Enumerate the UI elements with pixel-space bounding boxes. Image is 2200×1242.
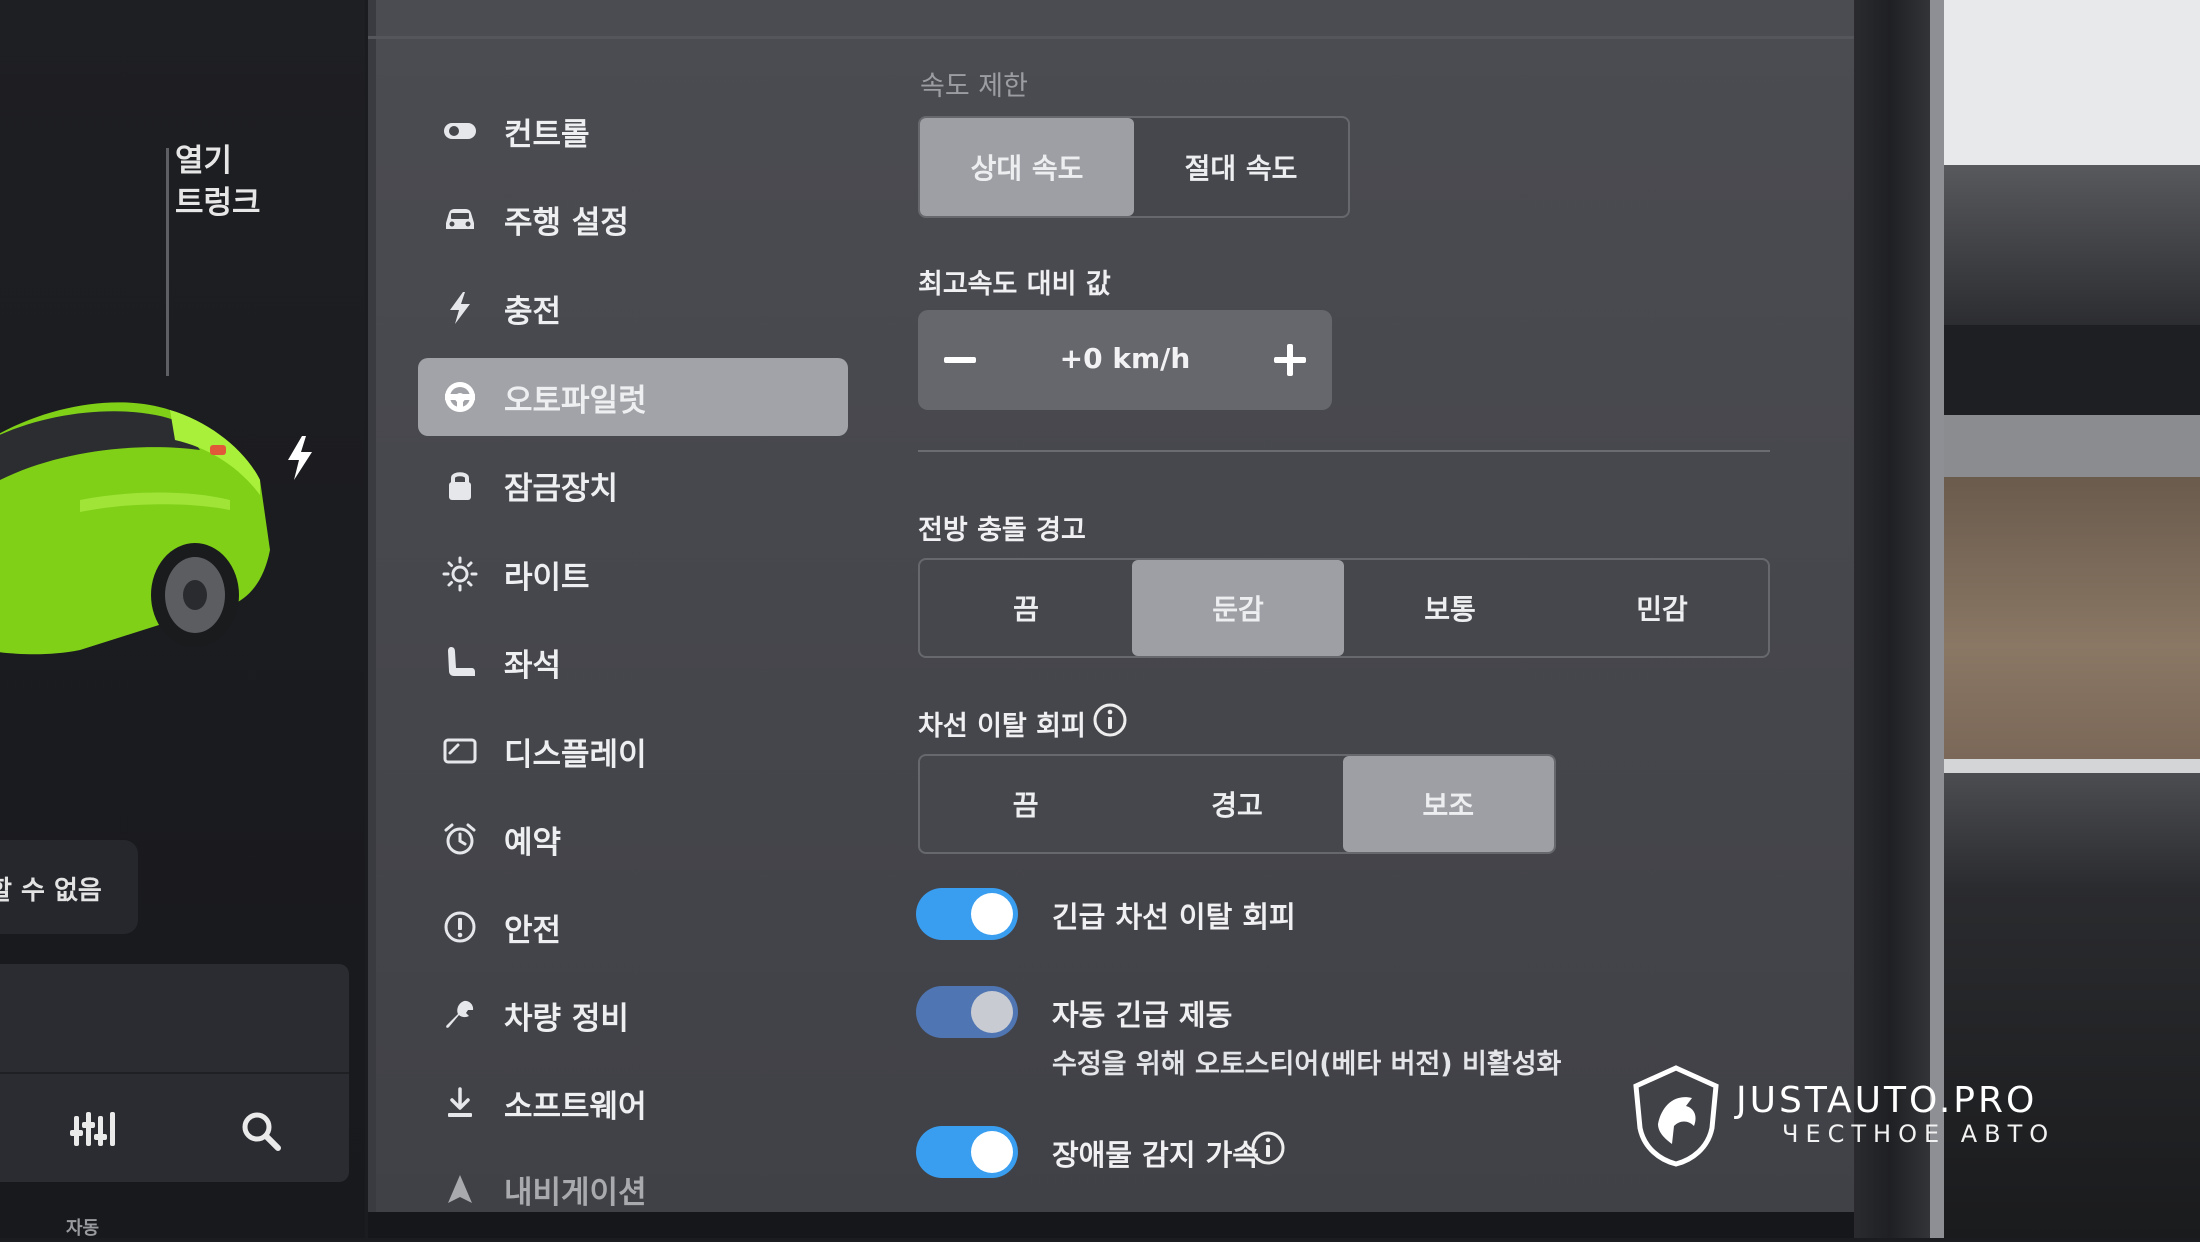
sun-icon	[440, 554, 480, 594]
menu-label: 차량 정비	[504, 1000, 629, 1037]
automatic-emergency-braking-label: 자동 긴급 제동	[1052, 998, 1233, 1032]
menu-label: 잠금장치	[504, 470, 619, 507]
open-trunk-button[interactable]: 열기 트렁크	[175, 140, 261, 224]
menu-label: 예약	[504, 824, 562, 861]
toggle-knob	[971, 991, 1013, 1033]
unavailable-notice: 할 수 없음	[0, 840, 138, 934]
menu-label: 내비게이션	[504, 1174, 647, 1211]
alarm-clock-icon	[440, 819, 480, 859]
dashboard-vent	[1944, 325, 2200, 415]
info-icon[interactable]	[1092, 702, 1128, 738]
obstacle-aware-acceleration-toggle[interactable]	[916, 1126, 1018, 1178]
display-icon	[440, 731, 480, 771]
menu-label: 라이트	[504, 559, 590, 596]
lower-dashboard	[1944, 773, 2200, 1238]
car-icon	[440, 199, 480, 239]
toggle-knob	[971, 893, 1013, 935]
speed-limit-absolute-button[interactable]: 절대 속도	[1134, 118, 1348, 216]
toggle-icon	[440, 111, 480, 151]
menu-label: 좌석	[504, 647, 562, 684]
trunk-indicator-line	[166, 148, 169, 376]
download-icon	[440, 1083, 480, 1123]
menu-item-controls[interactable]: 컨트롤	[418, 92, 848, 170]
screen-bottom-bezel	[368, 1212, 1854, 1238]
watermark-tagline: ЧЕСТНОЕ АВТО	[1782, 1120, 2056, 1148]
lda-off-button[interactable]: 끔	[920, 756, 1131, 852]
seat-icon	[440, 642, 480, 682]
menu-item-schedule[interactable]: 예약	[418, 800, 848, 878]
menu-label: 소프트웨어	[504, 1088, 647, 1125]
car-image	[0, 402, 270, 655]
speed-limit-selector: 상대 속도 절대 속도	[918, 116, 1350, 218]
speed-limit-title: 속도 제한	[920, 71, 1028, 102]
speed-limit-relative-button[interactable]: 상대 속도	[920, 118, 1134, 216]
lda-warning-button[interactable]: 경고	[1131, 756, 1342, 852]
search-icon[interactable]	[240, 1110, 282, 1152]
fcw-late-button[interactable]: 둔감	[1132, 560, 1344, 656]
warning-icon	[440, 907, 480, 947]
trunk-label-line2: 트렁크	[175, 185, 261, 221]
emergency-lane-departure-label: 긴급 차선 이탈 회피	[1052, 900, 1296, 934]
menu-label: 컨트롤	[504, 116, 590, 153]
lane-departure-selector: 끔 경고 보조	[918, 754, 1556, 854]
menu-label: 충전	[504, 293, 562, 330]
speed-offset-title: 최고속도 대비 값	[918, 269, 1111, 300]
automatic-emergency-braking-toggle[interactable]	[916, 986, 1018, 1038]
fcw-early-button[interactable]: 민감	[1556, 560, 1768, 656]
card-divider	[0, 1072, 349, 1074]
windshield-area	[1944, 0, 2200, 165]
plus-icon[interactable]	[1262, 332, 1318, 388]
header-divider	[368, 36, 1854, 39]
forward-collision-selector: 끔 둔감 보통 민감	[918, 558, 1770, 658]
navigation-icon	[440, 1169, 480, 1209]
menu-item-seats[interactable]: 좌석	[418, 623, 848, 701]
dashboard-trim	[1944, 415, 2200, 477]
menu-item-display[interactable]: 디스플레이	[418, 712, 848, 790]
menu-item-driving-settings[interactable]: 주행 설정	[418, 180, 848, 258]
menu-item-charging[interactable]: 충전	[418, 269, 848, 347]
menu-label: 안전	[504, 912, 562, 949]
fcw-off-button[interactable]: 끔	[920, 560, 1132, 656]
quick-controls-card	[0, 964, 349, 1182]
wrench-icon	[440, 995, 480, 1035]
menu-item-safety[interactable]: 안전	[418, 888, 848, 966]
menu-label: 디스플레이	[504, 736, 647, 773]
section-divider	[918, 450, 1770, 452]
menu-item-lights[interactable]: 라이트	[418, 535, 848, 613]
charging-bolt-icon	[288, 436, 312, 480]
unavailable-text: 할 수 없음	[0, 876, 102, 906]
menu-item-autopilot[interactable]: 오토파일럿	[418, 358, 848, 436]
chrome-strip	[1944, 759, 2200, 773]
left-footer-label: 자동	[66, 1218, 100, 1239]
dashboard-top	[1944, 165, 2200, 325]
bolt-icon	[440, 288, 480, 328]
menu-item-software[interactable]: 소프트웨어	[418, 1064, 848, 1142]
lane-departure-title: 차선 이탈 회피	[918, 711, 1086, 742]
fcw-medium-button[interactable]: 보통	[1344, 560, 1556, 656]
justauto-logo-icon	[1633, 1065, 1719, 1167]
equalizer-icon[interactable]	[70, 1110, 116, 1150]
menu-item-service[interactable]: 차량 정비	[418, 976, 848, 1054]
menu-item-locks[interactable]: 잠금장치	[418, 446, 848, 524]
automatic-emergency-braking-note: 수정을 위해 오토스티어(베타 버전) 비활성화	[1052, 1049, 1562, 1080]
wood-trim	[1944, 477, 2200, 759]
lda-assist-button[interactable]: 보조	[1342, 756, 1554, 852]
screen-divider-strip	[368, 0, 376, 1212]
steering-wheel-icon	[440, 377, 480, 417]
emergency-lane-departure-toggle[interactable]	[916, 888, 1018, 940]
lock-icon	[440, 465, 480, 505]
car-status-panel: 열기 트렁크 할 수 없음 자동	[0, 0, 365, 1239]
menu-label: 주행 설정	[504, 204, 629, 241]
obstacle-aware-acceleration-label: 장애물 감지 가속	[1052, 1138, 1259, 1172]
trunk-label-line1: 열기	[175, 143, 233, 179]
speed-offset-stepper: +0 km/h	[918, 310, 1332, 410]
settings-screen: 컨트롤 주행 설정 충전 오토파일럿 잠금장치 라이트 좌석 디스플레이 예약 …	[368, 0, 1854, 1241]
bezel-edge	[1930, 0, 1944, 1238]
info-icon[interactable]	[1250, 1130, 1286, 1166]
menu-label: 오토파일럿	[504, 382, 647, 419]
forward-collision-title: 전방 충돌 경고	[918, 515, 1086, 546]
toggle-knob	[971, 1131, 1013, 1173]
watermark-brand: JUSTAUTO.PRO	[1736, 1080, 2038, 1121]
